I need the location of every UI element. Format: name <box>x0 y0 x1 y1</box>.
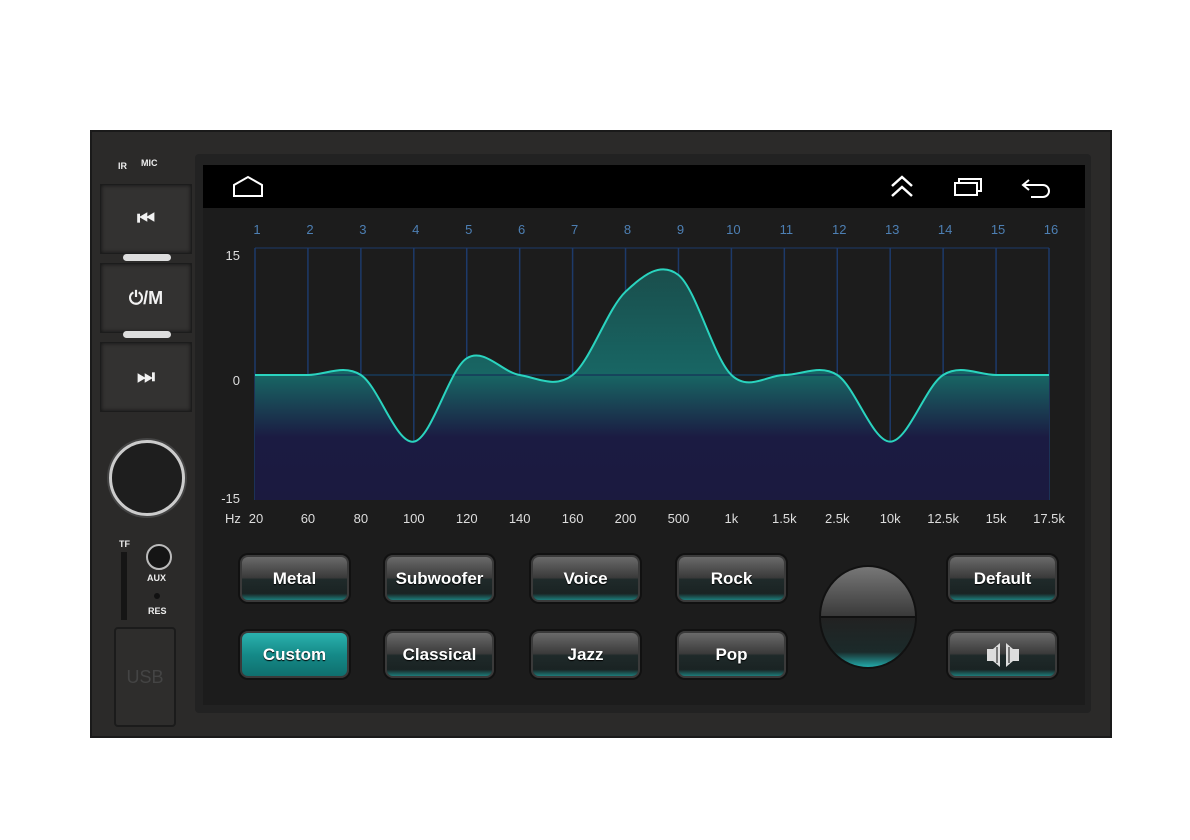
speaker-balance-icon <box>986 642 1019 667</box>
preset-classical-button[interactable]: Classical <box>385 631 494 678</box>
sound-field-button[interactable] <box>948 631 1057 678</box>
band-number-label: 7 <box>571 222 578 237</box>
y-tick-label: -15 <box>221 491 240 506</box>
eq-chart[interactable]: 120260380410051206140716082009500101k111… <box>0 0 1190 840</box>
preset-custom-button[interactable]: Custom <box>240 631 349 678</box>
band-number-label: 5 <box>465 222 472 237</box>
default-button[interactable]: Default <box>948 555 1057 602</box>
freq-tick-label: 1k <box>725 511 739 526</box>
y-tick-label: 0 <box>233 373 240 388</box>
freq-tick-label: 80 <box>354 511 368 526</box>
preset-label: Classical <box>402 644 477 664</box>
band-number-label: 6 <box>518 222 525 237</box>
freq-tick-label: 500 <box>668 511 690 526</box>
preset-pop-button[interactable]: Pop <box>677 631 786 678</box>
preset-label: Pop <box>715 644 748 664</box>
band-number-label: 1 <box>253 222 260 237</box>
freq-tick-label: 140 <box>509 511 531 526</box>
preset-label: Custom <box>262 644 327 664</box>
freq-tick-label: 2.5k <box>825 511 850 526</box>
eq-control-knob[interactable] <box>821 567 915 667</box>
preset-label: Jazz <box>567 644 604 664</box>
band-number-label: 12 <box>832 222 846 237</box>
preset-rock-button[interactable]: Rock <box>677 555 786 602</box>
freq-tick-label: 12.5k <box>927 511 959 526</box>
band-number-label: 13 <box>885 222 899 237</box>
preset-label: Rock <box>710 568 753 588</box>
freq-tick-label: 10k <box>880 511 901 526</box>
hz-unit-label: Hz <box>225 511 241 526</box>
freq-tick-label: 1.5k <box>772 511 797 526</box>
preset-jazz-button[interactable]: Jazz <box>531 631 640 678</box>
band-number-label: 2 <box>306 222 313 237</box>
freq-tick-label: 17.5k <box>1033 511 1065 526</box>
preset-metal-button[interactable]: Metal <box>240 555 349 602</box>
preset-voice-button[interactable]: Voice <box>531 555 640 602</box>
preset-subwoofer-button[interactable]: Subwoofer <box>385 555 494 602</box>
band-number-label: 10 <box>726 222 740 237</box>
freq-tick-label: 60 <box>301 511 315 526</box>
freq-tick-label: 160 <box>562 511 584 526</box>
band-number-label: 15 <box>991 222 1005 237</box>
band-number-label: 16 <box>1044 222 1058 237</box>
freq-tick-label: 120 <box>456 511 478 526</box>
freq-tick-label: 15k <box>986 511 1007 526</box>
band-number-label: 9 <box>677 222 684 237</box>
freq-tick-label: 100 <box>403 511 425 526</box>
band-number-label: 8 <box>624 222 631 237</box>
default-label: Default <box>973 568 1032 588</box>
preset-label: Metal <box>272 568 317 588</box>
freq-tick-label: 20 <box>249 511 263 526</box>
band-number-label: 4 <box>412 222 419 237</box>
preset-label: Subwoofer <box>395 568 484 588</box>
band-number-label: 14 <box>938 222 952 237</box>
y-tick-label: 15 <box>226 248 240 263</box>
freq-tick-label: 200 <box>615 511 637 526</box>
eq-curve-fill <box>255 269 1049 500</box>
preset-label: Voice <box>563 568 608 588</box>
band-number-label: 11 <box>780 222 794 237</box>
band-number-label: 3 <box>359 222 366 237</box>
